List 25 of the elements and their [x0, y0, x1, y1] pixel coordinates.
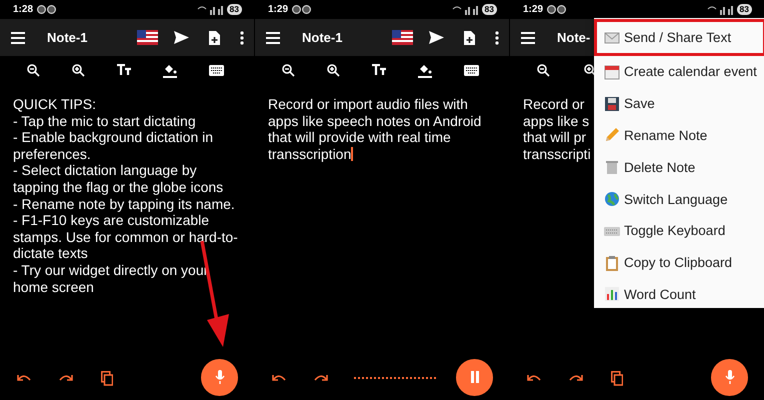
note-text[interactable]: - Try our widget directly on your home screen: [13, 262, 244, 296]
menu-item[interactable]: Delete Note: [594, 151, 764, 184]
note-text[interactable]: - F1-F10 keys are customizable stamps. Use for common or hard-to-dictate texts: [13, 212, 244, 262]
menu-item[interactable]: Create calendar event: [594, 56, 764, 88]
status-time: 1:28: [13, 4, 34, 15]
note-title[interactable]: Note-1: [47, 30, 135, 45]
status-time: 1:29: [268, 4, 288, 15]
note-text[interactable]: QUICK TIPS:: [13, 96, 244, 113]
menu-item[interactable]: Switch Language: [594, 183, 764, 215]
battery-level: 83: [226, 4, 242, 15]
note-text[interactable]: - Rename note by tapping its name.: [13, 196, 244, 212]
menu-item[interactable]: Rename Note: [594, 120, 764, 152]
menu-item[interactable]: Word Count: [594, 278, 764, 310]
menu-item[interactable]: Toggle Keyboard: [594, 214, 764, 247]
note-title[interactable]: Note-1: [302, 30, 390, 45]
note-text[interactable]: - Tap the mic to start dictating: [13, 112, 244, 130]
status-time: 1:29: [523, 4, 544, 15]
battery-level: 83: [482, 4, 497, 15]
menu-item[interactable]: Save: [594, 88, 764, 120]
menu-item[interactable]: Copy to Clipboard: [594, 246, 764, 279]
note-text[interactable]: - Select dictation language by tapping the flag or the globe icons: [13, 162, 244, 196]
menu-item[interactable]: Send / Share Text: [594, 19, 764, 56]
note-text[interactable]: Record or import audio files with apps like speech notes on Android that will provide with real time transscription: [268, 96, 499, 162]
battery-level: 83: [736, 4, 752, 15]
note-text[interactable]: - Enable background dictation in preferences.: [13, 129, 244, 162]
